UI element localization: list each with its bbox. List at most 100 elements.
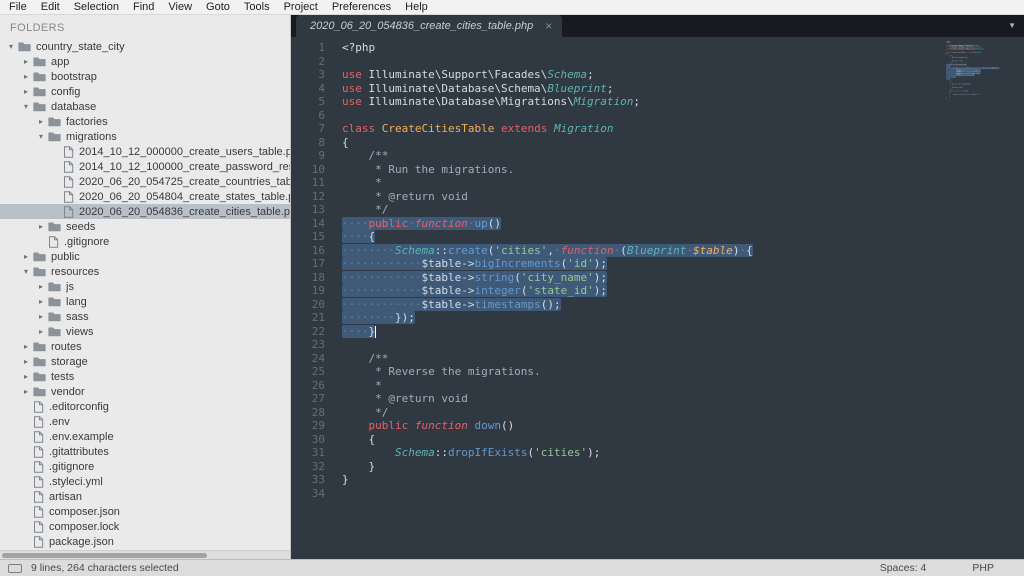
line-number: 33 xyxy=(291,473,337,487)
code-line-23[interactable] xyxy=(342,338,1024,352)
tree-folder-config[interactable]: ▸config xyxy=(0,84,290,99)
indent-status[interactable]: Spaces: 4 xyxy=(880,562,927,574)
text-caret xyxy=(375,326,376,338)
tree-file-.styleci.yml[interactable]: .styleci.yml xyxy=(0,474,290,489)
code-line-11[interactable]: * xyxy=(342,176,1024,190)
tree-file-2020_06_20_054836_create_cities_table.php[interactable]: 2020_06_20_054836_create_cities_table.ph… xyxy=(0,204,290,219)
tab-bar: 2020_06_20_054836_create_cities_table.ph… xyxy=(291,15,1024,37)
tree-file-package.json[interactable]: package.json xyxy=(0,534,290,549)
tree-folder-tests[interactable]: ▸tests xyxy=(0,369,290,384)
code-line-14[interactable]: ····public·function·up() xyxy=(342,217,1024,231)
tree-file-composer.lock[interactable]: composer.lock xyxy=(0,519,290,534)
tree-file-2014_10_12_000000_create_users_table.php[interactable]: 2014_10_12_000000_create_users_table.php xyxy=(0,144,290,159)
menu-view[interactable]: View xyxy=(161,0,199,14)
menu-selection[interactable]: Selection xyxy=(67,0,126,14)
code-area[interactable]: <?php use Illuminate\Support\Facades\Sche… xyxy=(337,37,1024,559)
code-line-21[interactable]: ········}); xyxy=(342,311,1024,325)
code-line-13[interactable]: */ xyxy=(342,203,1024,217)
code-line-7[interactable]: class CreateCitiesTable extends Migratio… xyxy=(342,122,1024,136)
tree-folder-country_state_city[interactable]: ▾country_state_city xyxy=(0,39,290,54)
code-line-1[interactable]: <?php xyxy=(342,41,1024,55)
chevron-right-icon: ▸ xyxy=(21,87,31,96)
code-line-2[interactable] xyxy=(342,55,1024,69)
tree-file-artisan[interactable]: artisan xyxy=(0,489,290,504)
tree-folder-public[interactable]: ▸public xyxy=(0,249,290,264)
code-line-25[interactable]: * Reverse the migrations. xyxy=(342,365,1024,379)
tree-folder-sass[interactable]: ▸sass xyxy=(0,309,290,324)
tree-folder-migrations[interactable]: ▾migrations xyxy=(0,129,290,144)
tree-folder-storage[interactable]: ▸storage xyxy=(0,354,290,369)
code-line-30[interactable]: { xyxy=(342,433,1024,447)
code-line-16[interactable]: ········Schema::create('cities',·functio… xyxy=(342,244,1024,258)
tree-file-.env.example[interactable]: .env.example xyxy=(0,429,290,444)
menu-goto[interactable]: Goto xyxy=(199,0,237,14)
menu-edit[interactable]: Edit xyxy=(34,0,67,14)
code-line-17[interactable]: ············$table->bigIncrements('id'); xyxy=(342,257,1024,271)
code-line-32[interactable]: } xyxy=(342,460,1024,474)
code-line-18[interactable]: ············$table->string('city_name'); xyxy=(342,271,1024,285)
code-line-27[interactable]: * @return void xyxy=(342,392,1024,406)
close-tab-icon[interactable]: × xyxy=(545,21,552,31)
menu-file[interactable]: File xyxy=(2,0,34,14)
menu-tools[interactable]: Tools xyxy=(237,0,277,14)
code-line-26[interactable]: * xyxy=(342,379,1024,393)
tree-file-composer.json[interactable]: composer.json xyxy=(0,504,290,519)
tree-file-2020_06_20_054804_create_states_table.php[interactable]: 2020_06_20_054804_create_states_table.ph… xyxy=(0,189,290,204)
file-icon xyxy=(63,146,74,158)
minimap[interactable]: <?phpuse Illuminate\Support\Facades\Sche… xyxy=(944,37,1024,559)
code-line-24[interactable]: /** xyxy=(342,352,1024,366)
tree-folder-resources[interactable]: ▾resources xyxy=(0,264,290,279)
tree-folder-factories[interactable]: ▸factories xyxy=(0,114,290,129)
scrollbar-thumb[interactable] xyxy=(2,553,207,558)
code-line-20[interactable]: ············$table->timestamps(); xyxy=(342,298,1024,312)
tree-folder-bootstrap[interactable]: ▸bootstrap xyxy=(0,69,290,84)
tab-overflow-button[interactable]: ▼ xyxy=(1008,21,1016,30)
tree-file-.editorconfig[interactable]: .editorconfig xyxy=(0,399,290,414)
status-bar: 9 lines, 264 characters selected Spaces:… xyxy=(0,559,1024,576)
tree-file-2020_06_20_054725_create_countries_table.php[interactable]: 2020_06_20_054725_create_countries_table… xyxy=(0,174,290,189)
vintage-mode-icon[interactable] xyxy=(8,564,22,573)
tree-folder-vendor[interactable]: ▸vendor xyxy=(0,384,290,399)
selection-status: 9 lines, 264 characters selected xyxy=(31,562,179,574)
code-line-9[interactable]: /** xyxy=(342,149,1024,163)
code-line-33[interactable]: } xyxy=(342,473,1024,487)
code-line-28[interactable]: */ xyxy=(342,406,1024,420)
menu-preferences[interactable]: Preferences xyxy=(325,0,398,14)
menu-project[interactable]: Project xyxy=(277,0,325,14)
code-line-8[interactable]: { xyxy=(342,136,1024,150)
tree-file-.env[interactable]: .env xyxy=(0,414,290,429)
code-line-29[interactable]: public function down() xyxy=(342,419,1024,433)
file-icon xyxy=(33,536,44,548)
code-line-4[interactable]: use Illuminate\Database\Schema\Blueprint… xyxy=(342,82,1024,96)
tree-folder-lang[interactable]: ▸lang xyxy=(0,294,290,309)
code-line-12[interactable]: * @return void xyxy=(342,190,1024,204)
tree-file-.gitignore[interactable]: .gitignore xyxy=(0,234,290,249)
menu-help[interactable]: Help xyxy=(398,0,435,14)
code-line-34[interactable] xyxy=(342,487,1024,501)
tree-folder-routes[interactable]: ▸routes xyxy=(0,339,290,354)
tree-file-.gitignore[interactable]: .gitignore xyxy=(0,459,290,474)
code-line-22[interactable]: ····} xyxy=(342,325,1024,339)
code-line-5[interactable]: use Illuminate\Database\Migrations\Migra… xyxy=(342,95,1024,109)
tree-folder-js[interactable]: ▸js xyxy=(0,279,290,294)
code-line-15[interactable]: ····{ xyxy=(342,230,1024,244)
code-line-10[interactable]: * Run the migrations. xyxy=(342,163,1024,177)
chevron-right-icon: ▸ xyxy=(36,117,46,126)
tree-folder-seeds[interactable]: ▸seeds xyxy=(0,219,290,234)
tab-create-cities-table[interactable]: 2020_06_20_054836_create_cities_table.ph… xyxy=(296,15,562,37)
code-line-3[interactable]: use Illuminate\Support\Facades\Schema; xyxy=(342,68,1024,82)
tree-file-2014_10_12_100000_create_password_resets_table.php[interactable]: 2014_10_12_100000_create_password_resets… xyxy=(0,159,290,174)
code-line-31[interactable]: Schema::dropIfExists('cities'); xyxy=(342,446,1024,460)
line-number: 29 xyxy=(291,419,337,433)
tree-folder-views[interactable]: ▸views xyxy=(0,324,290,339)
code-line-19[interactable]: ············$table->integer('state_id'); xyxy=(342,284,1024,298)
code-line-6[interactable] xyxy=(342,109,1024,123)
sidebar-horizontal-scrollbar[interactable] xyxy=(0,550,290,559)
menu-find[interactable]: Find xyxy=(126,0,161,14)
tree-folder-database[interactable]: ▾database xyxy=(0,99,290,114)
tree-file-.gitattributes[interactable]: .gitattributes xyxy=(0,444,290,459)
folder-icon xyxy=(33,266,46,277)
line-number: 34 xyxy=(291,487,337,501)
tree-folder-app[interactable]: ▸app xyxy=(0,54,290,69)
syntax-status[interactable]: PHP xyxy=(972,562,994,574)
